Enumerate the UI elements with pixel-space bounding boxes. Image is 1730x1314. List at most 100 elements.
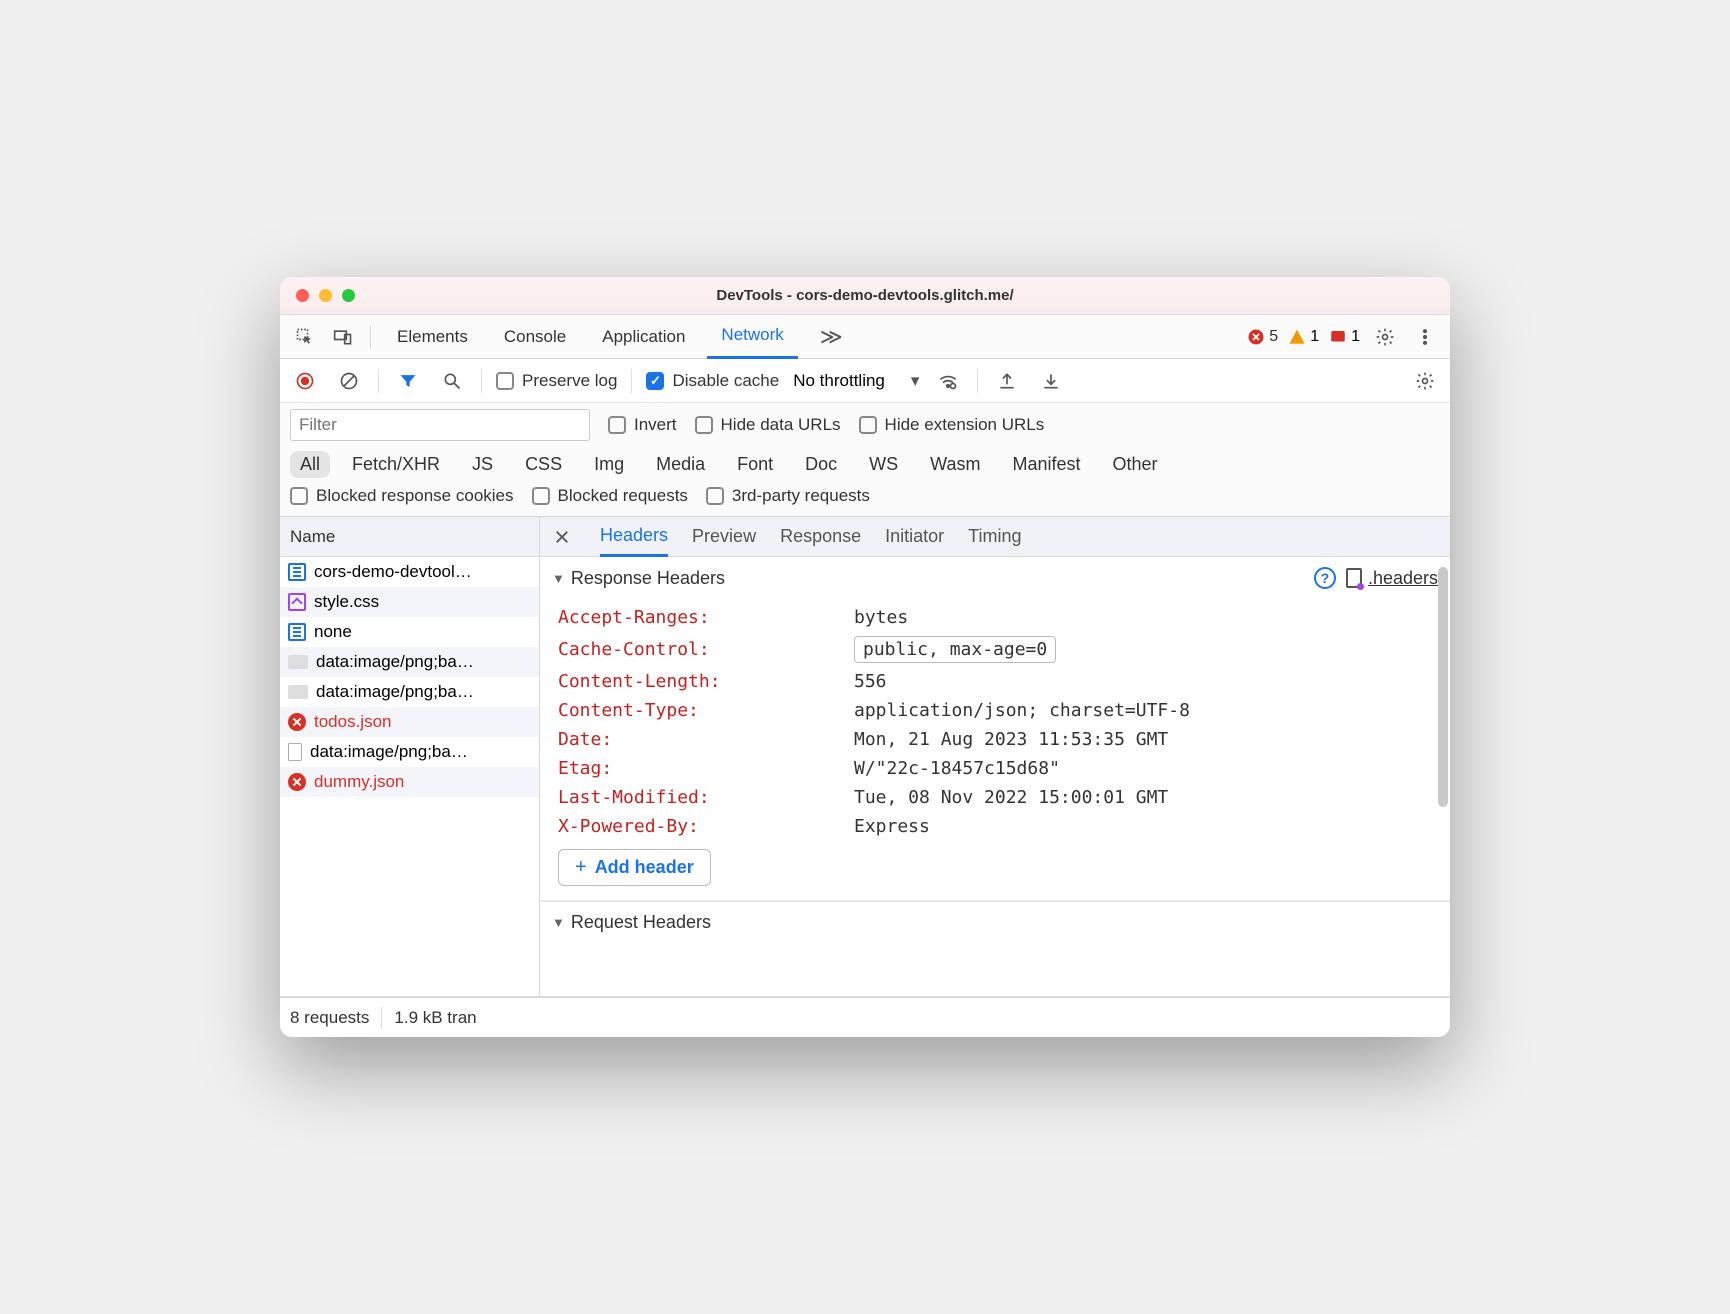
more-icon[interactable] — [1410, 322, 1440, 352]
header-name: Cache-Control: — [558, 639, 848, 660]
minimize-window-button[interactable] — [319, 289, 332, 302]
tab-elements[interactable]: Elements — [383, 315, 482, 359]
extra-filters: Blocked response cookies Blocked request… — [280, 486, 1450, 517]
request-row[interactable]: data:image/png;ba… — [280, 647, 539, 677]
type-filter-ws[interactable]: WS — [859, 451, 908, 478]
headers-file-link[interactable]: .headers — [1346, 568, 1438, 589]
type-filter-fetchxhr[interactable]: Fetch/XHR — [342, 451, 450, 478]
detail-tab-preview[interactable]: Preview — [692, 517, 756, 557]
header-name: Date: — [558, 729, 848, 750]
type-filter-js[interactable]: JS — [462, 451, 503, 478]
css-icon — [288, 593, 306, 611]
request-name: data:image/png;ba… — [316, 652, 474, 672]
detail-tab-initiator[interactable]: Initiator — [885, 517, 944, 557]
blocked-cookies-label: Blocked response cookies — [316, 486, 514, 506]
clear-button[interactable] — [334, 366, 364, 396]
main-split: Name cors-demo-devtool… style.cssnone data… — [280, 517, 1450, 997]
request-name: cors-demo-devtool… — [314, 562, 472, 582]
header-row: Date:Mon, 21 Aug 2023 11:53:35 GMT — [558, 725, 1438, 754]
header-value: Express — [854, 816, 930, 837]
network-settings-icon[interactable] — [1410, 366, 1440, 396]
disclosure-triangle-icon: ▼ — [552, 571, 565, 586]
name-column-header[interactable]: Name — [280, 517, 539, 557]
resource-type-filters: All Fetch/XHR JS CSS Img Media Font Doc WS Wasm Ma… — [280, 447, 1450, 486]
request-name: data:image/png;ba… — [316, 682, 474, 702]
issue-badge[interactable]: 1 — [1329, 328, 1360, 346]
detail-tab-headers[interactable]: Headers — [600, 517, 668, 557]
tab-network[interactable]: Network — [707, 315, 797, 359]
request-row[interactable]: data:image/png;ba… — [280, 677, 539, 707]
warning-badge[interactable]: 1 — [1288, 328, 1319, 346]
record-button[interactable] — [290, 366, 320, 396]
scrollbar-thumb[interactable] — [1438, 567, 1448, 807]
request-row[interactable]: none — [280, 617, 539, 647]
main-tabs: Elements Console Application Network ≫ 5… — [280, 315, 1450, 359]
type-filter-other[interactable]: Other — [1103, 451, 1168, 478]
download-har-icon[interactable] — [1036, 366, 1066, 396]
filter-input[interactable] — [290, 409, 590, 441]
request-name: dummy.json — [314, 772, 404, 792]
header-name: Accept-Ranges: — [558, 607, 848, 628]
third-party-label: 3rd-party requests — [732, 486, 870, 506]
request-headers-section[interactable]: ▼ Request Headers — [540, 901, 1450, 943]
add-header-button[interactable]: +Add header — [558, 849, 711, 886]
blocked-cookies-toggle[interactable]: Blocked response cookies — [290, 486, 514, 506]
close-window-button[interactable] — [296, 289, 309, 302]
tab-application[interactable]: Application — [588, 315, 699, 359]
upload-har-icon[interactable] — [992, 366, 1022, 396]
hide-data-urls-toggle[interactable]: Hide data URLs — [695, 415, 841, 435]
type-filter-wasm[interactable]: Wasm — [920, 451, 990, 478]
header-value[interactable]: public, max-age=0 — [854, 636, 1056, 663]
invert-toggle[interactable]: Invert — [608, 415, 677, 435]
request-detail-pane: Headers Preview Response Initiator Timing ▼ … — [540, 517, 1450, 996]
zoom-window-button[interactable] — [342, 289, 355, 302]
search-icon[interactable] — [437, 366, 467, 396]
window-controls — [280, 289, 355, 302]
more-tabs-button[interactable]: ≫ — [806, 315, 857, 359]
detail-tab-timing[interactable]: Timing — [968, 517, 1021, 557]
inspect-icon[interactable] — [290, 322, 320, 352]
file-icon — [288, 743, 302, 761]
third-party-toggle[interactable]: 3rd-party requests — [706, 486, 870, 506]
request-row[interactable]: cors-demo-devtool… — [280, 557, 539, 587]
detail-tab-response[interactable]: Response — [780, 517, 861, 557]
filter-icon[interactable] — [393, 366, 423, 396]
hide-data-label: Hide data URLs — [721, 415, 841, 435]
hide-ext-label: Hide extension URLs — [885, 415, 1045, 435]
type-filter-img[interactable]: Img — [584, 451, 634, 478]
blocked-requests-toggle[interactable]: Blocked requests — [532, 486, 688, 506]
header-name: Etag: — [558, 758, 848, 779]
type-filter-all[interactable]: All — [290, 451, 330, 478]
type-filter-media[interactable]: Media — [646, 451, 715, 478]
type-filter-manifest[interactable]: Manifest — [1003, 451, 1091, 478]
header-value: Tue, 08 Nov 2022 15:00:01 GMT — [854, 787, 1168, 808]
preserve-log-toggle[interactable]: Preserve log — [496, 371, 617, 391]
type-filter-doc[interactable]: Doc — [795, 451, 847, 478]
close-icon[interactable] — [548, 523, 576, 551]
help-icon[interactable]: ? — [1314, 567, 1336, 589]
hide-extension-urls-toggle[interactable]: Hide extension URLs — [859, 415, 1045, 435]
header-row: Etag:W/"22c-18457c15d68" — [558, 754, 1438, 783]
network-conditions-icon[interactable] — [933, 366, 963, 396]
header-row: Cache-Control: public, max-age=0 — [558, 632, 1438, 667]
status-bar: 8 requests 1.9 kB tran — [280, 997, 1450, 1037]
request-row[interactable]: todos.json — [280, 707, 539, 737]
settings-icon[interactable] — [1370, 322, 1400, 352]
request-row[interactable]: style.css — [280, 587, 539, 617]
err-icon — [288, 773, 306, 791]
header-name: X-Powered-By: — [558, 816, 848, 837]
type-filter-css[interactable]: CSS — [515, 451, 572, 478]
error-badge[interactable]: 5 — [1247, 328, 1278, 346]
doc-icon — [288, 623, 306, 641]
request-row[interactable]: dummy.json — [280, 767, 539, 797]
disable-cache-toggle[interactable]: Disable cache — [646, 371, 779, 391]
request-headers-label: Request Headers — [571, 912, 711, 933]
response-headers-section[interactable]: ▼ Response Headers ? .headers — [540, 557, 1450, 599]
titlebar: DevTools - cors-demo-devtools.glitch.me/ — [280, 277, 1450, 315]
tab-console[interactable]: Console — [490, 315, 580, 359]
device-toolbar-icon[interactable] — [328, 322, 358, 352]
type-filter-font[interactable]: Font — [727, 451, 783, 478]
detail-tabs: Headers Preview Response Initiator Timing — [540, 517, 1450, 557]
request-row[interactable]: data:image/png;ba… — [280, 737, 539, 767]
throttling-select[interactable]: No throttling ▾ — [793, 371, 919, 391]
